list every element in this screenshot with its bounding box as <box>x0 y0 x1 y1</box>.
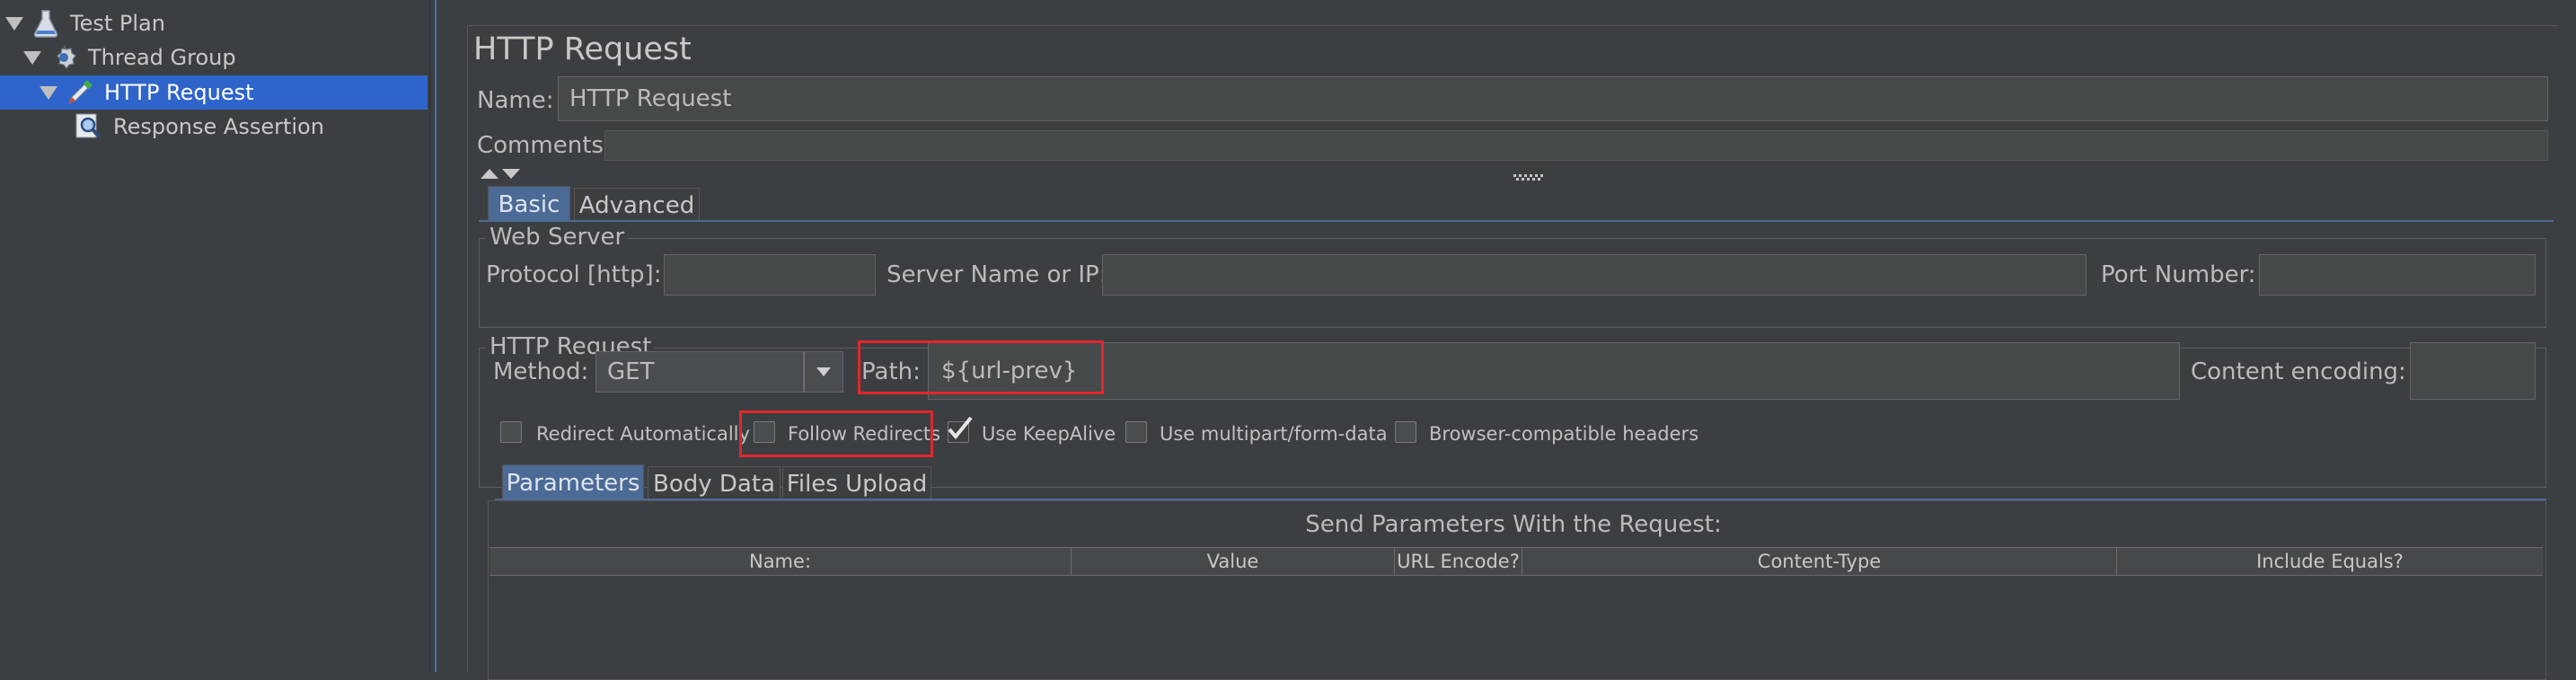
path-input[interactable]: ${url-prev} <box>928 342 2180 400</box>
method-label: Method: <box>493 358 589 385</box>
tree-item-response-assertion[interactable]: Response Assertion <box>74 110 324 143</box>
tree-item-label: Thread Group <box>88 45 236 70</box>
tree-item-label: Response Assertion <box>113 114 324 139</box>
name-label: Name: <box>477 87 554 114</box>
browser-compatible-headers-label[interactable]: Browser-compatible headers <box>1429 423 1698 445</box>
expand-triangle-icon[interactable] <box>40 85 57 100</box>
tree-item-test-plan[interactable]: Test Plan <box>5 7 165 40</box>
comments-label: Comments: <box>477 132 612 159</box>
tab-underline <box>479 220 2554 222</box>
gear-icon <box>49 42 79 73</box>
highlight-box-follow-redirects <box>739 411 933 457</box>
tab-files-upload[interactable]: Files Upload <box>782 466 931 500</box>
tab-basic[interactable]: Basic <box>488 186 570 222</box>
content-encoding-label: Content encoding: <box>2191 358 2406 385</box>
chevron-down-icon <box>816 367 831 376</box>
column-header-url-encode[interactable]: URL Encode? <box>1395 548 1522 575</box>
method-dropdown-button[interactable] <box>804 351 843 393</box>
expand-triangle-icon[interactable] <box>5 16 23 31</box>
magnifier-icon <box>74 111 104 142</box>
browser-compatible-headers-checkbox[interactable] <box>1395 421 1416 443</box>
tab-body-data[interactable]: Body Data <box>648 466 781 500</box>
tree-item-thread-group[interactable]: Thread Group <box>23 41 236 74</box>
use-multipart-checkbox[interactable] <box>1125 421 1147 443</box>
server-name-label: Server Name or IP: <box>887 261 1107 288</box>
parameters-title: Send Parameters With the Request: <box>1305 511 1722 538</box>
flask-icon <box>31 8 61 39</box>
page-title: HTTP Request <box>473 31 692 67</box>
content-encoding-input[interactable] <box>2410 342 2536 400</box>
use-multipart-label[interactable]: Use multipart/form-data <box>1160 423 1388 445</box>
web-server-title: Web Server <box>486 224 629 251</box>
protocol-label: Protocol [http]: <box>486 261 662 288</box>
test-plan-tree[interactable]: Test Plan Thread Group HTTP Request Resp… <box>0 0 429 672</box>
use-keepalive-checkbox[interactable] <box>948 416 973 443</box>
method-value: GET <box>607 358 655 385</box>
tab-parameters[interactable]: Parameters <box>502 464 644 500</box>
collapse-arrows-icon[interactable] <box>479 166 525 181</box>
column-header-name[interactable]: Name: <box>490 548 1072 575</box>
column-header-include-equals[interactable]: Include Equals? <box>2117 548 2543 575</box>
parameters-table-header: Name: Value URL Encode? Content-Type Inc… <box>490 547 2543 576</box>
highlight-box-path <box>858 340 1104 394</box>
redirect-automatically-checkbox[interactable] <box>500 421 522 443</box>
server-name-input[interactable] <box>1102 254 2086 296</box>
tab-advanced[interactable]: Advanced <box>574 188 700 222</box>
column-header-content-type[interactable]: Content-Type <box>1522 548 2117 575</box>
port-number-label: Port Number: <box>2101 261 2256 288</box>
protocol-input[interactable] <box>664 254 876 296</box>
tree-item-label: Test Plan <box>70 11 165 36</box>
parameters-table-body[interactable] <box>490 576 2543 678</box>
name-input[interactable]: HTTP Request <box>558 76 2548 121</box>
redirect-automatically-label[interactable]: Redirect Automatically <box>536 423 750 445</box>
tree-item-http-request[interactable]: HTTP Request <box>40 76 254 109</box>
pipette-icon <box>65 77 95 108</box>
checkmark-icon <box>948 416 973 440</box>
method-select[interactable]: GET <box>595 351 804 393</box>
use-keepalive-label[interactable]: Use KeepAlive <box>982 423 1116 445</box>
tree-item-label: HTTP Request <box>104 80 254 105</box>
comments-input[interactable] <box>604 130 2548 161</box>
column-header-value[interactable]: Value <box>1072 548 1395 575</box>
expand-triangle-icon[interactable] <box>23 50 41 65</box>
port-number-input[interactable] <box>2259 254 2536 296</box>
split-pane-focus-line <box>435 0 437 672</box>
resize-grip-icon[interactable] <box>1513 168 1544 181</box>
http-request-panel: HTTP Request Name: HTTP Request Comments… <box>467 25 2558 680</box>
